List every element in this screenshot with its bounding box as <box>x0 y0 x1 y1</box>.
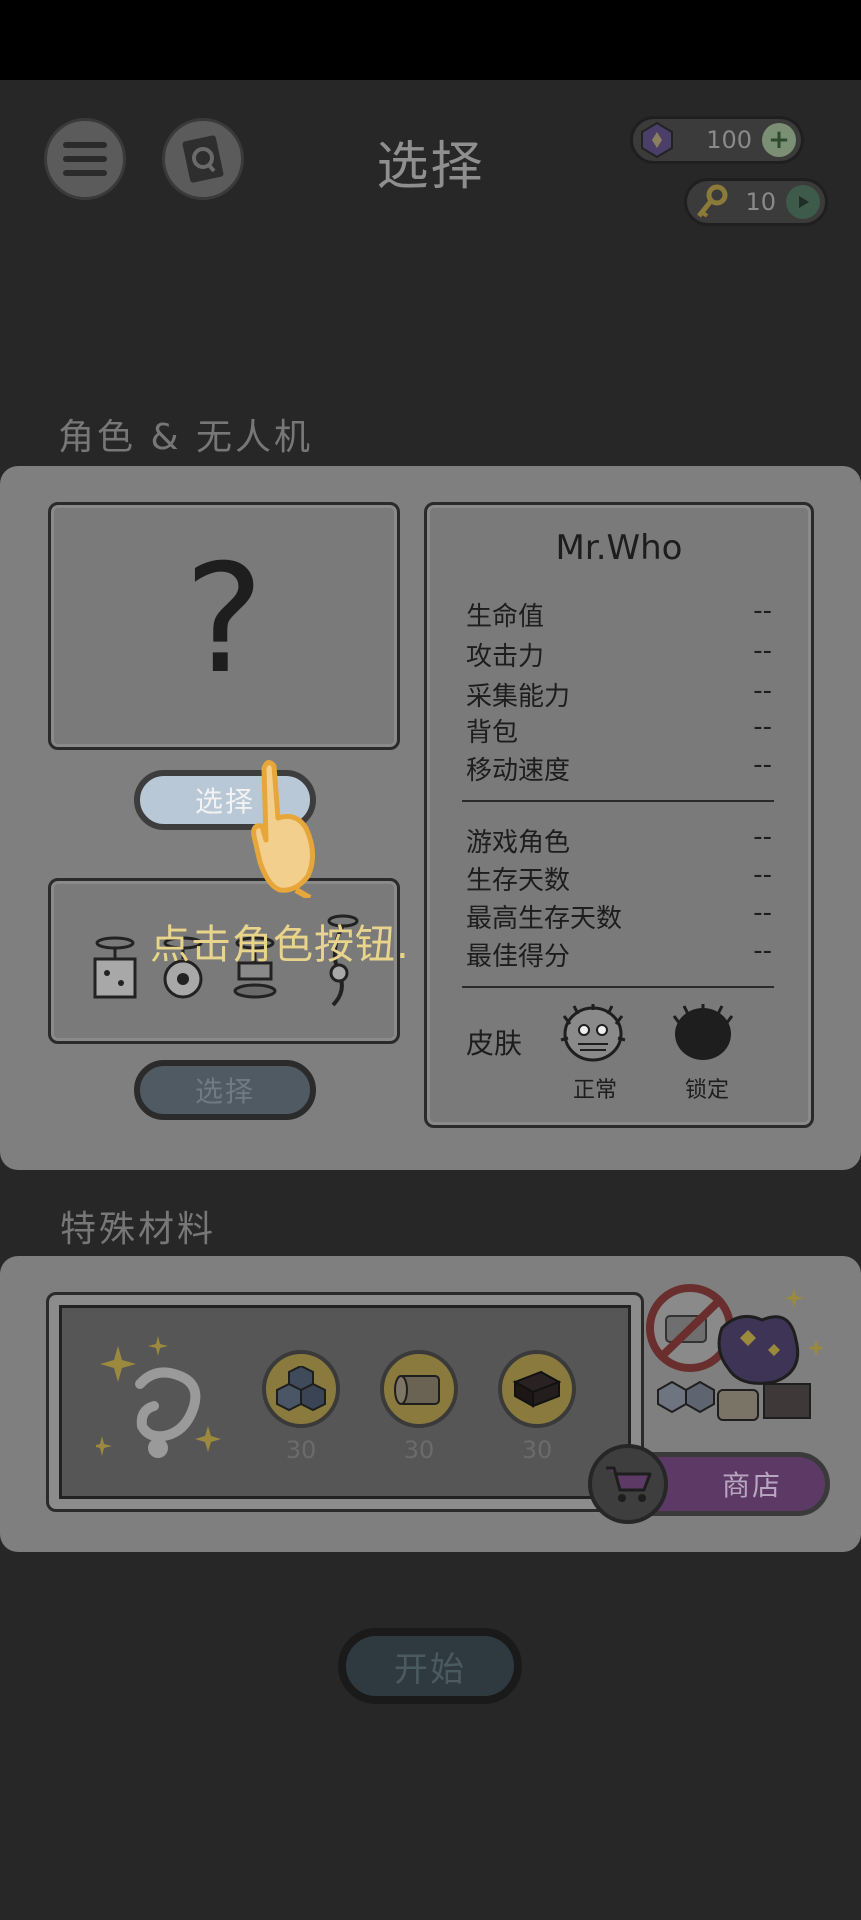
character-name: Mr.Who <box>555 528 683 568</box>
stat-row-attack: 攻击力 -- <box>466 636 772 672</box>
drone-box-icon <box>93 936 137 999</box>
skin-normal-label: 正常 <box>572 1078 617 1103</box>
character-card[interactable]: ? <box>48 502 400 750</box>
materials-section-label: 特殊材料 <box>60 1209 217 1250</box>
tutorial-hint: 点击角色按钮. <box>150 922 410 968</box>
purple-gem-icon <box>641 121 673 159</box>
locked-silhouette-icon[interactable] <box>670 1004 736 1064</box>
shop-cart-badge[interactable] <box>588 1444 668 1524</box>
hairy-face-icon[interactable] <box>560 1004 626 1064</box>
stats-divider <box>462 800 774 802</box>
key-count: 10 <box>745 188 776 216</box>
material-count-1: 30 <box>285 1436 317 1464</box>
key-counter: 10 <box>684 178 828 226</box>
status-bar <box>0 0 861 80</box>
dark-block-icon <box>512 1370 562 1408</box>
records-divider <box>462 986 774 988</box>
record-row-days: 生存天数 -- <box>466 860 772 896</box>
stat-row-hp: 生命值 -- <box>466 596 772 632</box>
material-slot-3[interactable] <box>498 1350 576 1428</box>
metal-ore-icon <box>276 1366 326 1412</box>
key-icon <box>697 184 728 218</box>
cloth-roll-icon <box>394 1375 440 1405</box>
stat-row-backpack: 背包 -- <box>466 712 772 748</box>
gem-counter: 100 + <box>630 116 804 164</box>
tutorial-hand-pointer-icon <box>251 760 315 898</box>
skin-label: 皮肤 <box>466 1027 523 1060</box>
record-row-best-score: 最佳得分 -- <box>466 936 772 972</box>
material-count-2: 30 <box>403 1436 435 1464</box>
plus-icon[interactable]: + <box>762 123 796 157</box>
record-row-character: 游戏角色 -- <box>466 822 772 858</box>
no-ads-icon <box>646 1284 734 1372</box>
play-video-icon[interactable] <box>786 185 820 219</box>
drone-select-button[interactable]: 选择 <box>134 1060 316 1120</box>
shop-bundle-art <box>646 1284 824 1421</box>
magic-hand-icon <box>96 1336 221 1458</box>
material-slot-2[interactable] <box>380 1350 458 1428</box>
start-button[interactable]: 开始 <box>338 1628 522 1704</box>
character-placeholder: ? <box>184 533 264 707</box>
material-count-3: 30 <box>521 1436 553 1464</box>
record-row-best-days: 最高生存天数 -- <box>466 898 772 934</box>
stat-row-speed: 移动速度 -- <box>466 750 772 786</box>
character-section-label: 角色 & 无人机 <box>58 417 313 458</box>
stat-row-gathering: 采集能力 -- <box>466 676 772 712</box>
material-slot-1[interactable] <box>262 1350 340 1428</box>
shopping-cart-icon <box>606 1466 652 1502</box>
gem-count: 100 <box>706 126 752 154</box>
skin-locked-label: 锁定 <box>684 1078 729 1103</box>
